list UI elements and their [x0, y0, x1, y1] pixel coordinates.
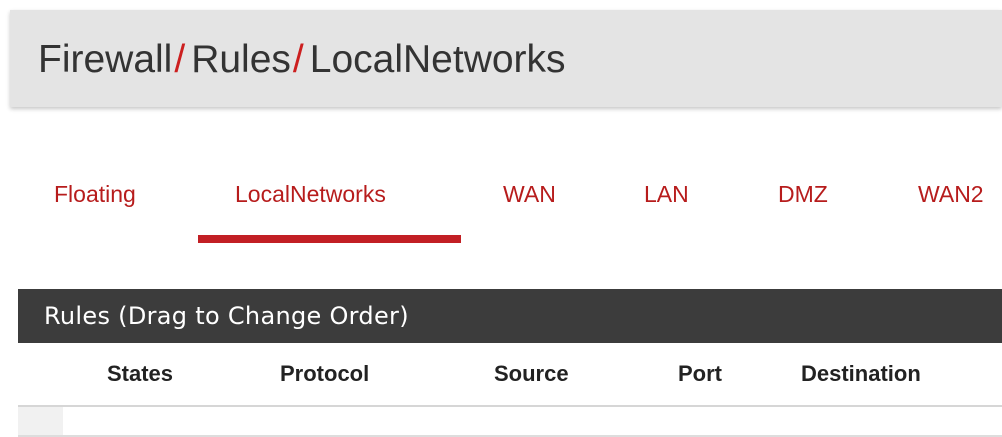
column-header-states[interactable]: States [107, 359, 173, 389]
rules-panel-title: Rules (Drag to Change Order) [44, 302, 409, 330]
tab-wan2[interactable]: WAN2 [918, 179, 984, 209]
breadcrumb-separator: / [292, 38, 304, 81]
breadcrumb-item-rules[interactable]: Rules [191, 38, 291, 81]
breadcrumb-item-firewall[interactable]: Firewall [38, 38, 172, 81]
tab-lan[interactable]: LAN [644, 179, 689, 209]
table-row[interactable] [18, 407, 63, 435]
tab-localnetworks[interactable]: LocalNetworks [235, 179, 386, 209]
column-header-port[interactable]: Port [678, 359, 722, 389]
tab-wan[interactable]: WAN [503, 179, 556, 209]
column-header-source[interactable]: Source [494, 359, 569, 389]
rules-panel-heading: Rules (Drag to Change Order) [18, 289, 1002, 343]
column-header-protocol[interactable]: Protocol [280, 359, 369, 389]
rules-table-header: States Protocol Source Port Destination [18, 343, 1002, 407]
breadcrumb-item-current[interactable]: LocalNetworks [310, 38, 566, 81]
tab-dmz[interactable]: DMZ [778, 179, 828, 209]
breadcrumb: Firewall/Rules/LocalNetworks [38, 37, 566, 83]
active-tab-indicator [198, 235, 461, 243]
tab-floating[interactable]: Floating [54, 179, 136, 209]
rules-panel: Rules (Drag to Change Order) States Prot… [18, 289, 1002, 437]
column-header-destination[interactable]: Destination [801, 359, 921, 389]
interface-tabs: Floating LocalNetworks WAN LAN DMZ WAN2 [0, 150, 1002, 250]
breadcrumb-separator: / [174, 38, 186, 81]
